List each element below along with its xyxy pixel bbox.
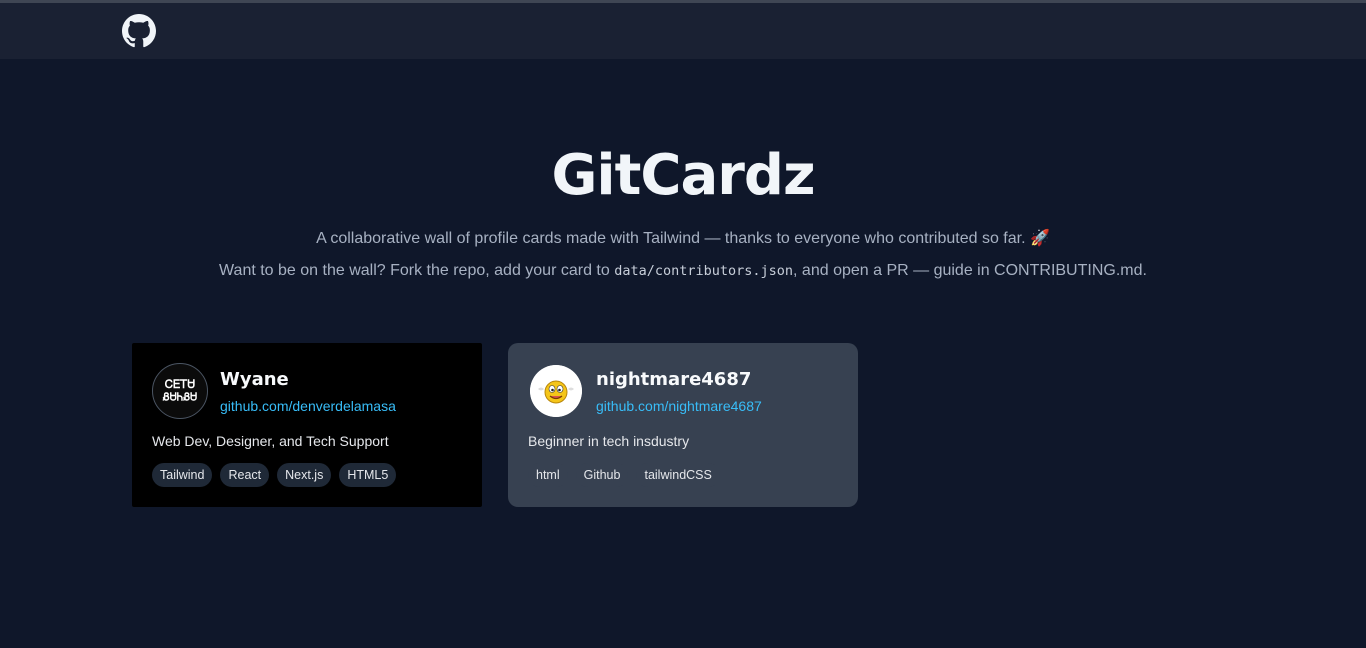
skill-tag: HTML5: [339, 463, 397, 487]
subtitle-line-2: Want to be on the wall? Fork the repo, a…: [0, 260, 1366, 282]
svg-text:ᏰᏌᏂᏰᏌ: ᏰᏌᏂᏰᏌ: [162, 392, 197, 404]
skill-tag: Tailwind: [152, 463, 213, 487]
subtitle-line-1: A collaborative wall of profile cards ma…: [316, 230, 1050, 247]
skill-tag: tailwindCSS: [636, 463, 720, 487]
profile-bio: Web Dev, Designer, and Tech Support: [152, 433, 389, 449]
skill-tag: Next.js: [277, 463, 332, 487]
page-title: GitCardz: [551, 143, 815, 208]
avatar-logo: ᏟᎬᎢᏌ ᏰᏌᏂᏰᏌ: [162, 377, 197, 404]
skill-tag: React: [220, 463, 270, 487]
github-icon: [122, 14, 156, 48]
subtitle-text-after: , and open a PR — guide in CONTRIBUTING.…: [793, 262, 1147, 279]
smiley-avatar-icon: [530, 365, 582, 417]
profile-name: Wyane: [220, 369, 289, 390]
profile-name: nightmare4687: [596, 369, 752, 390]
skill-tag: html: [528, 463, 568, 487]
profile-card-nightmare4687: nightmare4687 github.com/nightmare4687 B…: [508, 343, 858, 507]
skill-tags: html Github tailwindCSS: [528, 463, 720, 487]
profile-bio: Beginner in tech insdustry: [528, 433, 690, 449]
navbar: [0, 3, 1366, 59]
profile-github-link[interactable]: github.com/denverdelamasa: [220, 398, 396, 414]
github-link[interactable]: [122, 14, 156, 48]
profile-github-link[interactable]: github.com/nightmare4687: [596, 398, 762, 414]
avatar: [530, 365, 582, 417]
profile-card-wyane: ᏟᎬᎢᏌ ᏰᏌᏂᏰᏌ Wyane github.com/denverdelama…: [132, 343, 482, 507]
avatar: ᏟᎬᎢᏌ ᏰᏌᏂᏰᏌ: [152, 363, 208, 419]
skill-tags: Tailwind React Next.js HTML5: [152, 463, 397, 487]
subtitle-text-before: Want to be on the wall? Fork the repo, a…: [219, 262, 615, 279]
skill-tag: Github: [575, 463, 629, 487]
svg-text:ᏟᎬᎢᏌ: ᏟᎬᎢᏌ: [165, 377, 196, 391]
contributors-file-code: data/contributors.json: [614, 263, 794, 279]
